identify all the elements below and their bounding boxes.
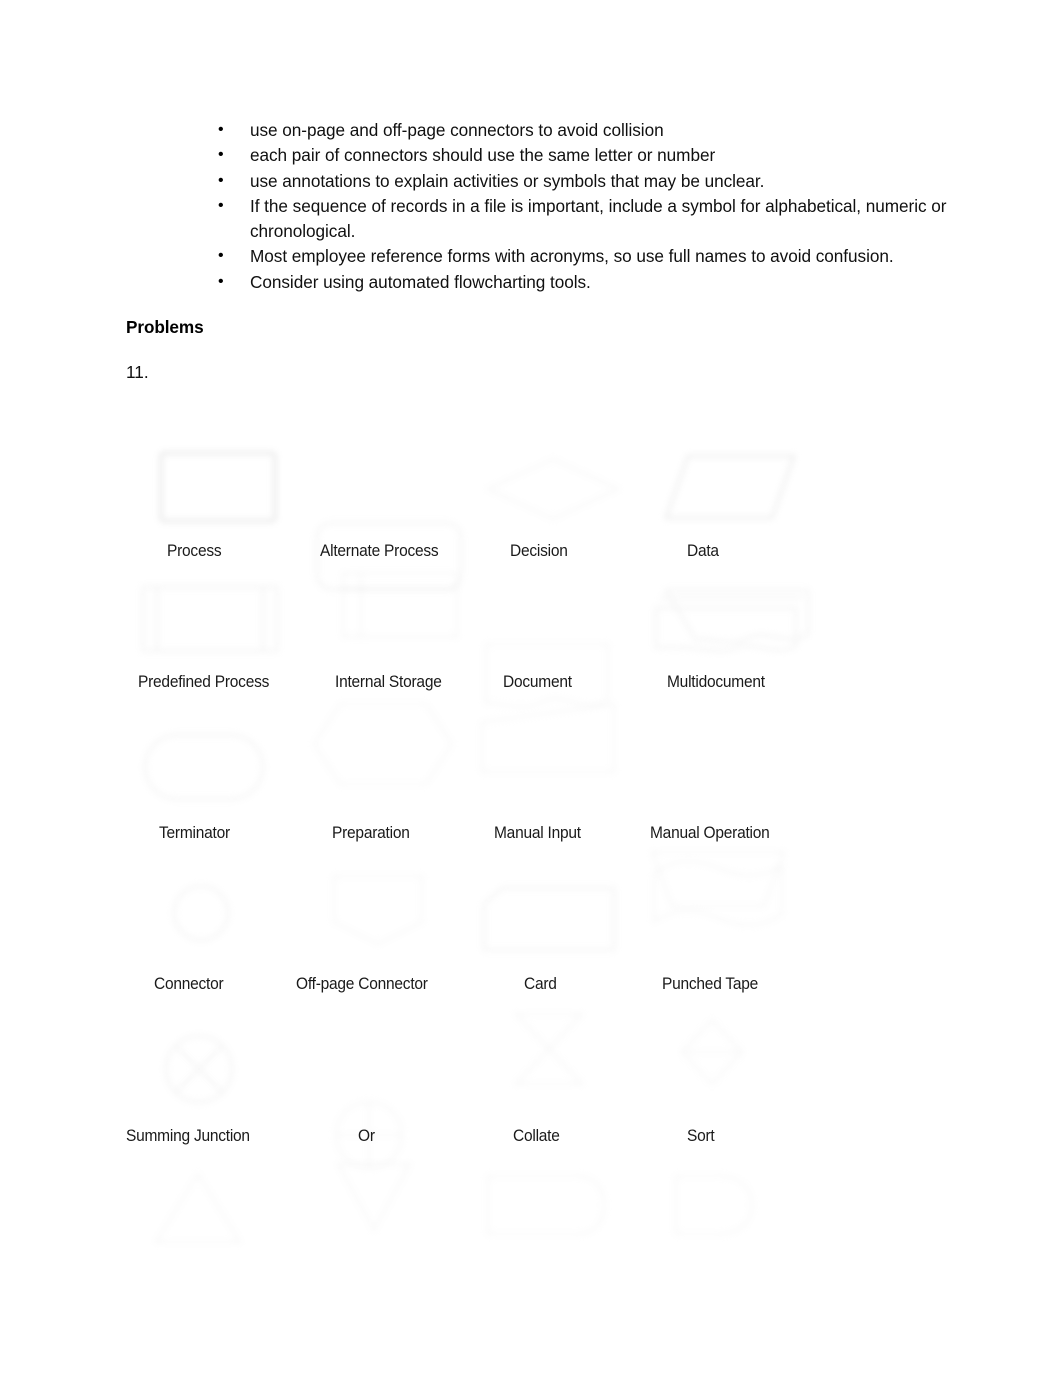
symbol-caption: Off-page Connector bbox=[296, 975, 428, 993]
document-shape-icon bbox=[482, 640, 612, 716]
symbol-caption: Or bbox=[358, 1127, 375, 1145]
data-shape-icon bbox=[662, 452, 798, 522]
problem-number: 11. bbox=[126, 362, 149, 382]
list-item: use annotations to explain activities or… bbox=[210, 168, 970, 194]
delay-left-shape-icon bbox=[484, 1172, 608, 1238]
symbol-caption: Card bbox=[524, 975, 557, 993]
symbol-caption: Summing Junction bbox=[126, 1127, 250, 1145]
symbol-caption: Manual Input bbox=[494, 824, 581, 842]
manual-operation-shape-icon bbox=[648, 848, 788, 910]
decision-shape-icon bbox=[484, 455, 622, 523]
connector-shape-icon bbox=[170, 882, 232, 944]
manual-input-shape-icon bbox=[478, 700, 618, 776]
symbol-caption: Data bbox=[687, 542, 719, 560]
symbol-caption: Sort bbox=[687, 1127, 715, 1145]
terminator-shape-icon bbox=[142, 732, 266, 802]
collate-shape-icon bbox=[512, 1010, 586, 1088]
process-shape-icon bbox=[158, 450, 278, 524]
sort-shape-icon bbox=[678, 1016, 746, 1088]
symbol-caption: Predefined Process bbox=[138, 673, 270, 691]
delay-right-shape-icon bbox=[672, 1172, 756, 1238]
merge-triangle-up-shape-icon bbox=[152, 1170, 244, 1246]
list-item: Most employee reference forms with acron… bbox=[210, 243, 970, 269]
preparation-shape-icon bbox=[310, 700, 456, 788]
symbol-caption: Alternate Process bbox=[320, 542, 439, 560]
list-item: Consider using automated flowcharting to… bbox=[210, 269, 970, 295]
or-shape-icon bbox=[332, 1098, 406, 1172]
symbol-caption: Terminator bbox=[159, 824, 230, 842]
multidocument-shape-icon bbox=[652, 586, 812, 658]
symbol-caption: Multidocument bbox=[667, 673, 765, 691]
symbol-caption: Collate bbox=[513, 1127, 560, 1145]
card-shape-icon bbox=[480, 884, 618, 954]
symbol-caption: Punched Tape bbox=[662, 975, 759, 993]
punched-tape-shape-icon bbox=[650, 856, 786, 934]
symbol-caption: Connector bbox=[154, 975, 224, 993]
internal-storage-shape-icon bbox=[340, 570, 460, 640]
guidelines-bullet-list: use on-page and off-page connectors to a… bbox=[210, 117, 970, 295]
document-page: use on-page and off-page connectors to a… bbox=[0, 0, 1062, 1377]
predefined-process-shape-icon bbox=[140, 584, 280, 654]
summing-junction-shape-icon bbox=[162, 1032, 236, 1106]
symbol-caption: Document bbox=[503, 673, 572, 691]
symbol-caption: Manual Operation bbox=[650, 824, 770, 842]
off-page-connector-shape-icon bbox=[330, 872, 426, 948]
alternate-process-shape-icon bbox=[314, 520, 464, 592]
list-item: If the sequence of records in a file is … bbox=[210, 193, 970, 245]
symbol-caption: Preparation bbox=[332, 824, 410, 842]
symbol-caption: Process bbox=[167, 542, 222, 560]
list-item: each pair of connectors should use the s… bbox=[210, 142, 970, 168]
problems-heading: Problems bbox=[126, 317, 204, 337]
extract-triangle-down-shape-icon bbox=[334, 1160, 414, 1234]
symbol-caption: Decision bbox=[510, 542, 568, 560]
symbol-caption: Internal Storage bbox=[335, 673, 442, 691]
list-item: use on-page and off-page connectors to a… bbox=[210, 117, 970, 143]
